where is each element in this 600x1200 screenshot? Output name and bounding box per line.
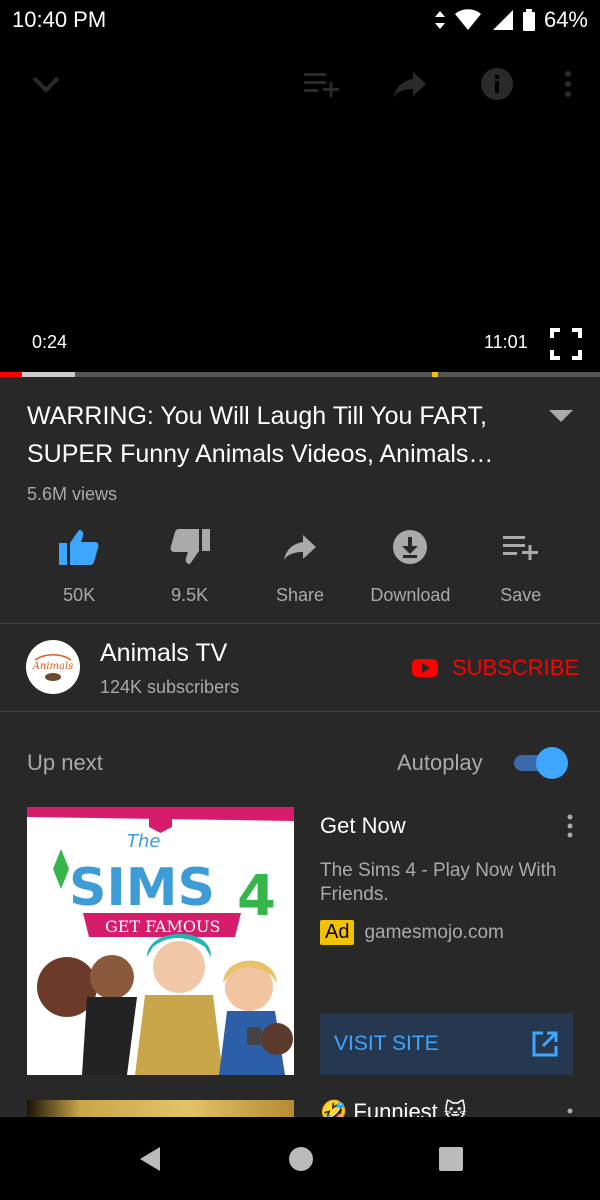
status-bar: 10:40 PM 64%	[0, 0, 600, 40]
ad-more-vert-icon[interactable]	[560, 813, 580, 839]
autoplay-toggle[interactable]	[514, 747, 570, 779]
save-label: Save	[500, 585, 542, 605]
like-button[interactable]: 50K	[24, 527, 134, 607]
channel-row: Animals Animals TV 124K subscribers SUBS…	[0, 625, 600, 711]
back-icon[interactable]	[136, 1145, 164, 1173]
toggle-knob	[536, 747, 568, 779]
status-icons: 64%	[434, 7, 588, 33]
wifi-icon	[454, 9, 481, 30]
up-next-heading: Up next	[27, 750, 103, 775]
ad-meta: Ad gamesmojo.com	[320, 920, 504, 945]
dislike-button[interactable]: 9.5K	[134, 527, 244, 607]
video-title[interactable]: WARRING: You Will Laugh Till You FART, S…	[27, 397, 527, 473]
subscribe-label: SUBSCRIBE	[452, 655, 580, 680]
next-video-thumbnail[interactable]	[27, 1100, 294, 1117]
battery-icon	[522, 9, 535, 31]
visit-site-label: VISIT SITE	[334, 1032, 439, 1055]
subscribe-button[interactable]: SUBSCRIBE	[412, 655, 579, 681]
duration: 11:01	[484, 332, 528, 352]
download-button[interactable]: Download	[355, 527, 465, 607]
thumb-banner-text: GET FAMOUS	[105, 917, 220, 936]
expand-description-icon[interactable]	[548, 409, 574, 425]
dislike-count: 9.5K	[171, 585, 209, 605]
ad-description: The Sims 4 - Play Now With Friends.	[320, 860, 557, 905]
add-to-queue-icon[interactable]	[302, 64, 342, 104]
divider	[0, 711, 600, 712]
channel-name[interactable]: Animals TV	[100, 639, 227, 668]
open-external-icon	[532, 1031, 558, 1057]
player-top-controls	[0, 40, 600, 130]
ad-title[interactable]: Get Now	[320, 813, 406, 839]
share-icon[interactable]	[390, 64, 430, 104]
ad-thumbnail[interactable]: The SIMS 4 GET FAMOUS	[27, 807, 294, 1075]
battery-percent: 64%	[543, 7, 588, 32]
next-video-title-text: Funniest	[353, 1099, 438, 1117]
status-time: 10:40 PM	[12, 7, 107, 32]
data-arrows-icon	[434, 11, 445, 29]
youtube-logo-icon	[412, 659, 438, 677]
autoplay-label: Autoplay	[397, 750, 483, 775]
more-vert-icon[interactable]	[548, 64, 588, 104]
add-to-playlist-icon	[502, 527, 539, 567]
view-count: 5.6M views	[27, 484, 118, 504]
system-nav-bar	[0, 1117, 600, 1200]
channel-avatar[interactable]: Animals	[26, 640, 80, 694]
share-button[interactable]: Share	[245, 527, 355, 607]
next-more-vert-icon[interactable]	[560, 1107, 580, 1117]
video-player[interactable]: 0:24 11:01	[0, 40, 600, 372]
download-icon	[392, 527, 428, 567]
recents-icon[interactable]	[437, 1145, 465, 1173]
ad-domain: gamesmojo.com	[364, 921, 504, 943]
collapse-chevron-icon[interactable]	[26, 64, 66, 104]
subscriber-count: 124K subscribers	[100, 677, 240, 697]
channel-avatar-text: Animals	[32, 660, 74, 672]
save-button[interactable]: Save	[466, 527, 576, 607]
cell-signal-icon	[492, 10, 513, 30]
thumbs-down-icon	[170, 527, 210, 567]
visit-site-button[interactable]: VISIT SITE	[320, 1013, 573, 1075]
thumb-sims-text: SIMS	[69, 858, 215, 918]
ad-badge: Ad	[320, 920, 355, 945]
download-label: Download	[370, 585, 451, 605]
video-details-panel: WARRING: You Will Laugh Till You FART, S…	[0, 377, 600, 1117]
share-label: Share	[275, 585, 324, 605]
info-icon[interactable]	[477, 64, 517, 104]
next-video-title[interactable]: 🤣 Funniest 🐱	[320, 1099, 467, 1117]
action-bar: 50K 9.5K Share Download Save	[24, 527, 576, 607]
thumbs-up-icon	[59, 527, 99, 567]
thumb-four-text: 4	[237, 864, 276, 929]
cat-emoji-icon: 🐱	[443, 1099, 467, 1117]
thumb-the-text: The	[127, 831, 160, 852]
share-icon	[282, 527, 318, 567]
laughing-emoji-icon: 🤣	[320, 1099, 348, 1117]
like-count: 50K	[63, 585, 96, 605]
fullscreen-icon[interactable]	[550, 328, 582, 360]
divider	[0, 623, 600, 624]
current-time: 0:24	[32, 332, 68, 352]
home-icon[interactable]	[287, 1145, 315, 1173]
